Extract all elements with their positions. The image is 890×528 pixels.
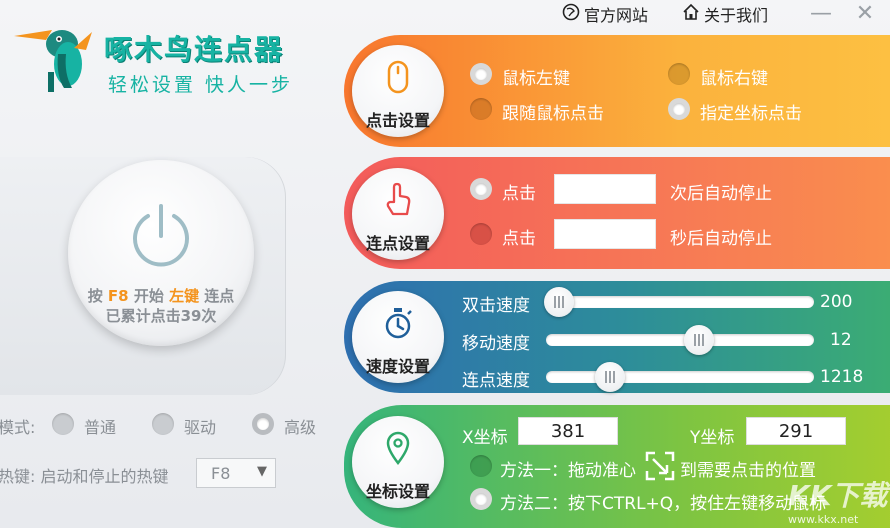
mouse-icon <box>382 59 414 95</box>
watermark-brand: KK下载 <box>788 479 888 512</box>
home-icon <box>682 3 700 25</box>
stop-by-count-radio[interactable] <box>470 178 492 200</box>
click-settings-badge: 点击设置 <box>352 45 444 137</box>
click-settings-title: 点击设置 <box>365 111 430 130</box>
y-coord-input[interactable]: 291 <box>746 417 846 445</box>
location-pin-icon <box>382 430 414 466</box>
finger-tap-icon <box>382 182 414 218</box>
woodpecker-logo-icon <box>12 14 102 94</box>
mode-normal-label: 普通 <box>84 418 117 437</box>
stop-by-count-suffix: 次后自动停止 <box>670 184 772 204</box>
mode-advanced-radio[interactable] <box>252 413 274 435</box>
minimize-button[interactable]: — <box>806 0 836 26</box>
coord-settings-title: 坐标设置 <box>365 482 430 501</box>
watermark-url: www.kkx.net <box>788 513 859 526</box>
power-icon <box>128 202 194 272</box>
continuous-settings-badge: 连点设置 <box>352 168 444 260</box>
double-click-speed-slider[interactable] <box>544 287 814 317</box>
click-count-text: 已累计点击39次 <box>105 307 217 325</box>
x-coord-label: X坐标 <box>462 428 508 448</box>
double-click-speed-value: 200 <box>820 292 853 312</box>
fixed-coord-radio[interactable] <box>668 98 690 120</box>
speed-settings-title: 速度设置 <box>365 357 430 376</box>
app-title: 啄木鸟连点器 <box>104 33 285 66</box>
about-us-label: 关于我们 <box>704 6 769 25</box>
hotkey-select-value: F8 <box>211 463 231 483</box>
move-speed-thumb[interactable] <box>683 325 714 355</box>
close-button[interactable]: ✕ <box>850 0 880 26</box>
mode-label: 模式: <box>0 418 36 437</box>
follow-mouse-label: 跟随鼠标点击 <box>502 104 604 124</box>
mode-normal-radio[interactable] <box>52 413 74 435</box>
click-speed-label: 连点速度 <box>462 371 530 391</box>
speed-settings-badge: 速度设置 <box>352 291 444 383</box>
move-speed-label: 移动速度 <box>462 334 530 354</box>
hotkey-select[interactable]: F8 ▼ <box>196 458 276 488</box>
chevron-down-icon: ▼ <box>257 464 267 479</box>
about-us-link[interactable]: 关于我们 <box>682 2 768 26</box>
stop-seconds-input[interactable] <box>554 219 656 249</box>
double-click-speed-label: 双击速度 <box>462 296 530 316</box>
follow-mouse-radio[interactable] <box>470 98 492 120</box>
mouse-button-highlight: 左键 <box>169 287 200 305</box>
mode-advanced-label: 高级 <box>284 418 317 437</box>
method-drag-radio[interactable] <box>470 455 492 477</box>
right-button-radio[interactable] <box>668 63 690 85</box>
x-coord-input[interactable]: 381 <box>518 417 618 445</box>
stop-by-time-label: 点击 <box>502 229 536 249</box>
continuous-settings-title: 连点设置 <box>365 234 430 253</box>
left-button-label: 鼠标左键 <box>502 69 570 89</box>
stopwatch-icon <box>382 305 414 341</box>
start-stop-button[interactable]: 按 F8 开始 左键 连点 已累计点击39次 <box>68 160 254 346</box>
move-speed-value: 12 <box>830 330 852 350</box>
stop-by-time-radio[interactable] <box>470 223 492 245</box>
method-hotkey-radio[interactable] <box>470 488 492 510</box>
method-hotkey-label: 方法二：按下CTRL+Q，按住左键移动鼠标 <box>500 494 827 514</box>
coord-settings-badge: 坐标设置 <box>352 416 444 508</box>
start-hint-text: 按 F8 开始 左键 连点 已累计点击39次 <box>87 287 235 325</box>
click-speed-slider[interactable] <box>546 362 814 392</box>
globe-icon <box>562 3 580 25</box>
app-slogan: 轻松设置 快人一步 <box>108 74 294 96</box>
mode-driver-label: 驱动 <box>184 418 217 437</box>
hotkey-highlight: F8 <box>107 287 129 305</box>
y-coord-label: Y坐标 <box>690 428 735 448</box>
stop-count-input[interactable] <box>554 174 656 204</box>
fixed-coord-label: 指定坐标点击 <box>700 104 802 124</box>
method-drag-label: 方法一：拖动准心 <box>500 461 636 481</box>
right-button-label: 鼠标右键 <box>700 69 768 89</box>
stop-by-count-label: 点击 <box>502 184 536 204</box>
hotkey-label: 热键: 启动和停止的热键 <box>0 467 169 486</box>
official-site-label: 官方网站 <box>584 6 649 25</box>
click-speed-value: 1218 <box>820 367 864 387</box>
mode-driver-radio[interactable] <box>152 413 174 435</box>
official-site-link[interactable]: 官方网站 <box>562 2 648 26</box>
stop-by-time-suffix: 秒后自动停止 <box>670 229 772 249</box>
left-button-radio[interactable] <box>470 63 492 85</box>
move-speed-slider[interactable] <box>546 325 814 355</box>
crosshair-drag-icon[interactable] <box>644 450 676 482</box>
